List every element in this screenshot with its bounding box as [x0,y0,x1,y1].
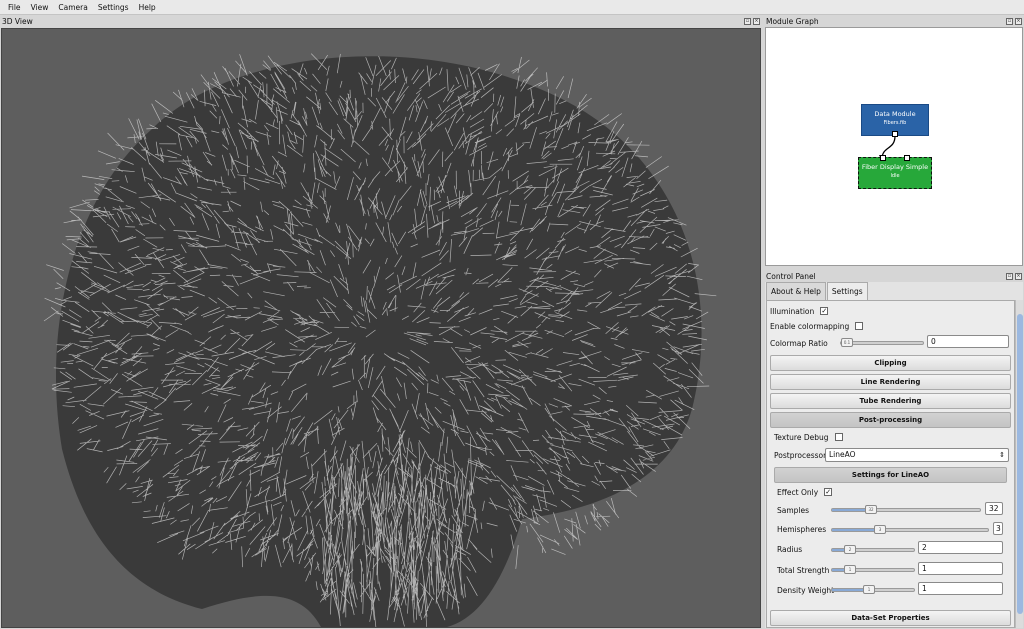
hemispheres-slider[interactable]: 3 [831,525,989,534]
slider-handle[interactable]: 2 [844,545,856,554]
total-strength-slider[interactable]: 1 [831,565,915,574]
illumination-label: Illumination [770,306,815,316]
hemispheres-label: Hemispheres [777,524,827,534]
postprocessor-value: LineAO [829,450,856,459]
float-icon[interactable]: ▫ [744,17,751,25]
postprocessor-label: Postprocessor [774,450,827,460]
data-module-name: Data Module [874,110,916,118]
density-weight-slider[interactable]: 1 [831,585,915,594]
menu-camera[interactable]: Camera [53,3,92,12]
fiber-display-name: Fiber Display Simple [861,163,929,171]
colormap-ratio-label: Colormap Ratio [770,338,828,348]
lineao-settings-section[interactable]: Settings for LineAO [774,467,1007,483]
texture-debug-label: Texture Debug [774,432,829,442]
density-weight-label: Density Weight [777,585,835,595]
effect-only-row: Effect Only ✓ [777,485,1011,499]
total-strength-input[interactable]: 1 [918,562,1003,575]
menu-file[interactable]: File [3,3,26,12]
output-port[interactable] [892,131,898,137]
tab-about-help[interactable]: About & Help [766,282,826,300]
fiber-rendering [43,53,717,627]
float-icon[interactable]: ▫ [1006,272,1013,280]
radius-input[interactable]: 2 [918,541,1003,554]
illumination-row: Illumination ✓ [770,304,1011,318]
control-panel: About & Help Settings Illumination ✓ Ena… [765,282,1023,628]
post-processing-section[interactable]: Post-processing [770,412,1011,428]
view3d-canvas[interactable] [1,28,761,628]
menu-help[interactable]: Help [134,3,161,12]
spin-arrows-icon: ⇕ [999,451,1005,459]
control-panel-scrollbar[interactable] [1015,300,1023,628]
colormapping-label: Enable colormapping [770,321,850,331]
scrollbar-thumb[interactable] [1017,314,1023,614]
slider-handle[interactable]: 0.1 [841,338,853,347]
float-icon[interactable]: ▫ [1006,17,1013,25]
control-panel-tabs: About & Help Settings [766,282,869,300]
colormapping-row: Enable colormapping [770,319,1011,333]
slider-handle[interactable]: 3 [874,525,886,534]
tube-rendering-section[interactable]: Tube Rendering [770,393,1011,409]
samples-label: Samples [777,505,810,515]
module-graph-canvas[interactable]: Data Module Fibers.fib Fiber Display Sim… [765,27,1023,266]
slider-handle[interactable]: 32 [865,505,877,514]
radius-label: Radius [777,544,803,554]
settings-panel: Illumination ✓ Enable colormapping Color… [766,300,1015,628]
data-module-node[interactable]: Data Module Fibers.fib [861,104,929,137]
close-icon[interactable]: × [753,17,760,25]
fiber-display-node[interactable]: Fiber Display Simple Idle [858,155,932,189]
view3d-titlebar: 3D View ▫ × [0,15,762,27]
graph-connection [879,135,896,161]
input-port[interactable] [880,155,886,161]
fiber-display-status: Idle [890,173,900,179]
menu-settings[interactable]: Settings [93,3,134,12]
effect-only-checkbox[interactable]: ✓ [824,488,833,496]
texture-debug-row: Texture Debug [774,430,1011,444]
density-weight-input[interactable]: 1 [918,582,1003,595]
slider-fill [832,529,880,531]
module-graph-title: Module Graph [766,16,819,26]
radius-slider[interactable]: 2 [831,545,915,554]
dataset-properties-section[interactable]: Data-Set Properties [770,610,1011,626]
module-graph-titlebar: Module Graph ▫ × [764,15,1024,27]
total-strength-label: Total Strength [777,565,830,575]
tab-settings[interactable]: Settings [826,282,868,300]
line-rendering-section[interactable]: Line Rendering [770,374,1011,390]
input-port[interactable] [904,155,910,161]
fiber-bundles [43,53,717,627]
effect-only-label: Effect Only [777,487,819,497]
close-icon[interactable]: × [1015,17,1022,25]
texture-debug-checkbox[interactable] [834,433,843,441]
control-panel-titlebar: Control Panel ▫ × [764,270,1024,282]
colormap-ratio-slider[interactable]: 0.1 [840,338,924,347]
samples-slider[interactable]: 32 [831,505,981,514]
control-panel-title: Control Panel [766,271,816,281]
data-module-status: Fibers.fib [883,120,907,126]
clipping-section[interactable]: Clipping [770,355,1011,371]
menu-bar: File View Camera Settings Help [0,0,1024,15]
slider-handle[interactable]: 1 [863,585,875,594]
colormap-ratio-input[interactable]: 0 [927,335,1009,348]
samples-input[interactable]: 32 [985,502,1003,515]
postprocessor-select[interactable]: LineAO ⇕ [825,448,1009,462]
hemispheres-input[interactable]: 3 [993,522,1003,535]
slider-handle[interactable]: 1 [844,565,856,574]
close-icon[interactable]: × [1015,272,1022,280]
colormapping-checkbox[interactable] [855,322,864,330]
menu-view[interactable]: View [26,3,54,12]
view3d-title: 3D View [2,16,33,26]
illumination-checkbox[interactable]: ✓ [820,307,829,315]
